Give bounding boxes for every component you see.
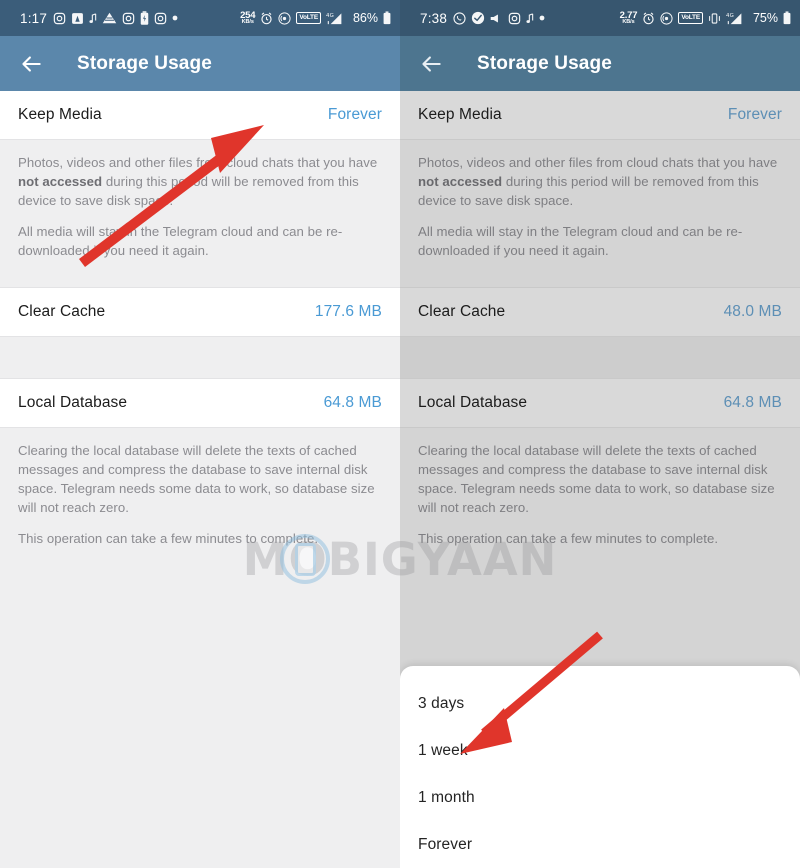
clear-cache-row[interactable]: Clear Cache 48.0 MB	[400, 288, 800, 336]
sheet-option-1-month[interactable]: 1 month	[400, 774, 800, 821]
description-paragraph: Clearing the local database will delete …	[18, 443, 375, 515]
settings-content-left: Keep Media Forever Photos, videos and ot…	[0, 91, 400, 868]
battery-icon	[383, 11, 391, 25]
vibrate-icon	[708, 12, 721, 25]
keep-media-row[interactable]: Keep Media Forever	[0, 91, 400, 139]
desc-bold: not accessed	[418, 174, 503, 189]
alarm-icon	[260, 12, 273, 25]
description-paragraph: This operation can take a few minutes to…	[18, 531, 319, 546]
app-bar-right: Storage Usage	[400, 36, 800, 91]
clear-cache-value: 48.0 MB	[723, 303, 782, 320]
svg-text:4G: 4G	[326, 13, 334, 19]
mute-icon	[490, 13, 503, 24]
keep-media-label: Keep Media	[18, 106, 102, 123]
local-database-row[interactable]: Local Database 64.8 MB	[0, 379, 400, 427]
clear-cache-label: Clear Cache	[18, 303, 106, 320]
description-paragraph: Photos, videos and other files from clou…	[418, 153, 782, 210]
description-paragraph: Clearing the local database will delete …	[418, 443, 775, 515]
hotspot-icon	[660, 11, 673, 25]
comparison-screenshot: 1:17 254 KB/s VoLTE 4G 86% Storage Usage…	[0, 0, 800, 868]
status-system-icons: 2.77 KB/s VoLTE 4G 75%	[620, 10, 791, 26]
page-title: Storage Usage	[77, 52, 212, 74]
local-database-description: Clearing the local database will delete …	[400, 428, 800, 564]
desc-text: Photos, videos and other files from clou…	[18, 155, 378, 170]
status-clock: 7:38	[420, 10, 448, 26]
status-bar-left: 1:17 254 KB/s VoLTE 4G 86%	[0, 0, 400, 36]
dot-icon	[539, 15, 545, 21]
alarm-icon	[642, 12, 655, 25]
dot-icon	[172, 15, 178, 21]
local-database-value: 64.8 MB	[723, 394, 782, 411]
description-paragraph: Photos, videos and other files from clou…	[18, 153, 382, 210]
data-rate-icon: 2.77 KB/s	[620, 10, 638, 26]
music-note-icon	[526, 12, 534, 24]
phone-screen-left: 1:17 254 KB/s VoLTE 4G 86% Storage Usage…	[0, 0, 400, 868]
local-database-value: 64.8 MB	[323, 394, 382, 411]
local-database-label: Local Database	[418, 394, 528, 411]
signal-bars-icon: 4G	[726, 11, 746, 25]
sheet-option-1-week[interactable]: 1 week	[400, 727, 800, 774]
instagram-icon	[122, 12, 135, 25]
whatsapp-icon	[453, 11, 466, 25]
clear-cache-row[interactable]: Clear Cache 177.6 MB	[0, 288, 400, 336]
data-rate-icon: 254 KB/s	[240, 10, 255, 26]
signal-bars-icon: 4G	[326, 11, 346, 25]
sheet-option-3-days[interactable]: 3 days	[400, 680, 800, 727]
back-arrow-icon[interactable]	[418, 51, 444, 77]
volte-icon: VoLTE	[296, 11, 321, 25]
music-note-icon	[89, 12, 97, 24]
instagram-icon	[154, 12, 167, 25]
back-arrow-icon[interactable]	[18, 51, 44, 77]
section-gap	[400, 337, 800, 378]
local-database-label: Local Database	[18, 394, 128, 411]
status-notification-icons	[53, 11, 240, 25]
battery-icon	[783, 11, 791, 25]
local-database-row[interactable]: Local Database 64.8 MB	[400, 379, 800, 427]
clear-cache-value: 177.6 MB	[314, 303, 382, 320]
status-system-icons: 254 KB/s VoLTE 4G 86%	[240, 10, 391, 26]
keep-media-row[interactable]: Keep Media Forever	[400, 91, 800, 139]
battery-percentage: 86%	[352, 11, 378, 25]
description-paragraph: All media will stay in the Telegram clou…	[18, 224, 343, 258]
desc-bold: not accessed	[18, 174, 103, 189]
description-paragraph: All media will stay in the Telegram clou…	[418, 224, 743, 258]
svg-text:4G: 4G	[726, 13, 734, 19]
hotspot-icon	[278, 11, 291, 25]
desc-text: Photos, videos and other files from clou…	[418, 155, 778, 170]
settings-content-right: Keep Media Forever Photos, videos and ot…	[400, 91, 800, 868]
section-gap	[0, 337, 400, 378]
instagram-icon	[508, 12, 521, 25]
instagram-icon	[53, 12, 66, 25]
app-bar-left: Storage Usage	[0, 36, 400, 91]
description-paragraph: This operation can take a few minutes to…	[418, 531, 719, 546]
check-circle-icon	[471, 11, 485, 25]
keep-media-description: Photos, videos and other files from clou…	[400, 140, 800, 276]
status-clock: 1:17	[20, 10, 48, 26]
signal-wave-icon	[102, 12, 117, 24]
page-title: Storage Usage	[477, 52, 612, 74]
keep-media-options-sheet: 3 days 1 week 1 month Forever	[400, 666, 800, 868]
status-notification-icons	[453, 11, 620, 25]
app-badge-icon	[71, 12, 84, 25]
phone-screen-right: 7:38 2.77 KB/s VoLTE 4G 75% Storage Usag…	[400, 0, 800, 868]
battery-saver-icon	[140, 11, 149, 25]
volte-icon: VoLTE	[678, 11, 703, 25]
status-bar-right: 7:38 2.77 KB/s VoLTE 4G 75%	[400, 0, 800, 36]
keep-media-value[interactable]: Forever	[328, 106, 382, 124]
keep-media-description: Photos, videos and other files from clou…	[0, 140, 400, 276]
battery-percentage: 75%	[752, 11, 778, 25]
data-rate-unit: KB/s	[241, 19, 254, 25]
clear-cache-label: Clear Cache	[418, 303, 506, 320]
data-rate-unit: KB/s	[622, 19, 635, 25]
keep-media-label: Keep Media	[418, 106, 502, 123]
sheet-option-forever[interactable]: Forever	[400, 821, 800, 868]
local-database-description: Clearing the local database will delete …	[0, 428, 400, 564]
keep-media-value[interactable]: Forever	[728, 106, 782, 124]
